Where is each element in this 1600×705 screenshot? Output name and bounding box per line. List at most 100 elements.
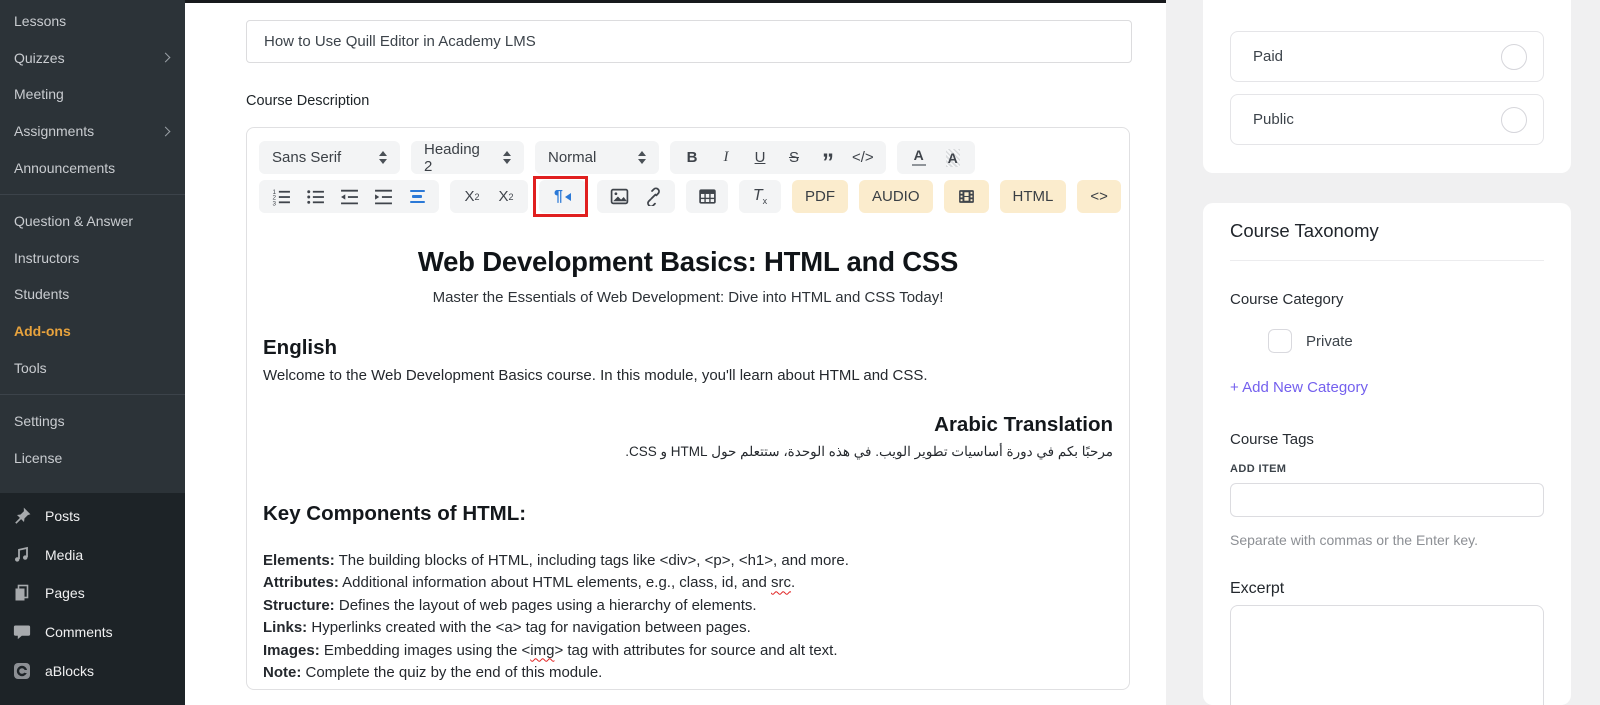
sidebar-item-addons[interactable]: Add-ons <box>0 313 185 350</box>
paid-radio[interactable] <box>1501 43 1527 70</box>
bold-button[interactable]: B <box>676 141 708 174</box>
sidebar-item-assignments[interactable]: Assignments <box>0 113 185 150</box>
html-button[interactable]: HTML <box>999 180 1067 213</box>
sidebar-item-quizzes[interactable]: Quizzes <box>0 40 185 77</box>
pricing-card: Paid Public <box>1203 0 1571 173</box>
divider <box>1230 260 1544 261</box>
bullet-list-icon[interactable] <box>299 180 331 213</box>
speech-bubble-icon <box>13 625 31 640</box>
chevron-right-icon <box>160 126 171 137</box>
sidebar-item-question-answer[interactable]: Question & Answer <box>0 203 185 240</box>
paid-option[interactable]: Paid <box>1230 31 1544 82</box>
clear-format-button[interactable]: Tx <box>739 180 781 213</box>
quill-editor: Sans Serif Heading 2 Normal B I U S ” </… <box>246 127 1130 690</box>
pushpin-icon <box>15 507 31 525</box>
updown-arrows-icon <box>503 151 511 164</box>
image-icon[interactable] <box>603 180 635 213</box>
sidebar-item-settings[interactable]: Settings <box>0 403 185 440</box>
components-heading: Key Components of HTML: <box>263 502 527 525</box>
shortcode-button[interactable]: <> <box>1077 180 1121 213</box>
sidebar-item-comments[interactable]: Comments <box>0 613 185 652</box>
english-paragraph: Welcome to the Web Development Basics co… <box>263 367 928 384</box>
superscript-icon[interactable]: X2 <box>490 180 522 213</box>
indent-icon[interactable] <box>367 180 399 213</box>
italic-button[interactable]: I <box>710 141 742 174</box>
chevron-right-icon <box>160 52 171 63</box>
size-select[interactable]: Normal <box>535 141 659 174</box>
updown-arrows-icon <box>379 151 387 164</box>
ablocks-logo-icon <box>14 662 30 679</box>
strike-button[interactable]: S <box>778 141 810 174</box>
wp-admin-sidebar: Lessons Quizzes Meeting Assignments Anno… <box>0 0 185 705</box>
updown-arrows-icon <box>638 151 646 164</box>
highlight-color-icon[interactable]: A <box>937 141 969 174</box>
course-taxonomy-card: Course Taxonomy Course Category Private … <box>1203 203 1571 705</box>
course-title-input[interactable] <box>246 20 1132 63</box>
toolbar-row-2: 123 X2 X2 ¶ Tx PDF AUDIO HTML <> <box>259 180 1121 213</box>
toolbar-row-1: Sans Serif Heading 2 Normal B I U S ” </… <box>259 141 975 175</box>
sidebar-divider <box>0 393 185 395</box>
font-family-select[interactable]: Sans Serif <box>259 141 400 174</box>
excerpt-textarea[interactable] <box>1230 605 1544 705</box>
video-button[interactable] <box>943 180 989 213</box>
add-new-category-link[interactable]: + Add New Category <box>1230 379 1544 396</box>
component-line: Attributes: Additional information about… <box>263 574 796 592</box>
public-radio[interactable] <box>1501 106 1527 133</box>
component-line: Images: Embedding images using the <img>… <box>263 641 838 659</box>
add-item-label: ADD ITEM <box>1230 463 1287 475</box>
top-border-bar <box>185 0 1166 3</box>
arabic-heading: Arabic Translation <box>934 413 1113 436</box>
format-group: B I U S ” </> <box>670 141 886 174</box>
code-block-icon[interactable]: </> <box>846 141 880 174</box>
sidebar-item-license[interactable]: License <box>0 440 185 477</box>
sidebar-divider <box>0 193 185 195</box>
excerpt-label: Excerpt <box>1230 580 1285 597</box>
sidebar-item-posts[interactable]: Posts <box>0 497 185 536</box>
content-title: Web Development Basics: HTML and CSS <box>417 246 959 277</box>
blockquote-icon[interactable]: ” <box>812 141 844 174</box>
sidebar-item-meeting[interactable]: Meeting <box>0 76 185 113</box>
link-icon[interactable] <box>637 180 669 213</box>
color-group: A A <box>896 141 975 174</box>
course-tags-label: Course Tags <box>1230 431 1314 448</box>
taxonomy-title: Course Taxonomy <box>1230 220 1379 241</box>
rtl-direction-button[interactable]: ¶ <box>539 180 586 213</box>
table-icon <box>698 189 716 204</box>
pages-icon <box>15 585 29 601</box>
components-list: Elements: The building blocks of HTML, i… <box>263 550 1113 684</box>
pdf-button[interactable]: PDF <box>792 180 848 213</box>
tags-hint-text: Separate with commas or the Enter key. <box>1230 532 1478 548</box>
category-option-private: Private <box>1268 329 1353 353</box>
text-color-icon[interactable]: A <box>903 141 935 174</box>
component-line: Note: Complete the quiz by the end of th… <box>263 664 603 682</box>
component-line: Links: Hyperlinks created with the <a> t… <box>263 619 751 637</box>
svg-text:3: 3 <box>272 200 276 206</box>
sidebar-item-pages[interactable]: Pages <box>0 574 185 613</box>
sidebar-item-media[interactable]: Media <box>0 536 185 575</box>
private-checkbox[interactable] <box>1268 329 1292 353</box>
sidebar-item-ablocks[interactable]: aBlocks <box>0 651 185 690</box>
sidebar-item-students[interactable]: Students <box>0 276 185 313</box>
plugin-submenu: Lessons Quizzes Meeting Assignments Anno… <box>0 0 185 493</box>
paragraph-direction-icon: ¶ <box>554 188 571 206</box>
table-button[interactable] <box>686 180 728 213</box>
subscript-icon[interactable]: X2 <box>456 180 488 213</box>
outdent-icon[interactable] <box>333 180 365 213</box>
clear-format-icon: Tx <box>752 186 768 207</box>
media-group <box>597 180 675 213</box>
sidebar-item-instructors[interactable]: Instructors <box>0 240 185 277</box>
list-group: 123 <box>259 180 439 213</box>
audio-button[interactable]: AUDIO <box>859 180 933 213</box>
underline-button[interactable]: U <box>744 141 776 174</box>
align-icon[interactable] <box>401 180 433 213</box>
editor-content-area[interactable]: Web Development Basics: HTML and CSS Mas… <box>247 224 1129 684</box>
ordered-list-icon[interactable]: 123 <box>265 180 297 213</box>
sidebar-item-lessons[interactable]: Lessons <box>0 3 185 40</box>
heading-select[interactable]: Heading 2 <box>411 141 524 175</box>
sidebar-item-tools[interactable]: Tools <box>0 349 185 386</box>
public-option[interactable]: Public <box>1230 94 1544 145</box>
course-category-label: Course Category <box>1230 291 1344 308</box>
content-subtitle: Master the Essentials of Web Development… <box>432 289 944 306</box>
sidebar-item-announcements[interactable]: Announcements <box>0 149 185 186</box>
tags-input[interactable] <box>1230 483 1544 517</box>
